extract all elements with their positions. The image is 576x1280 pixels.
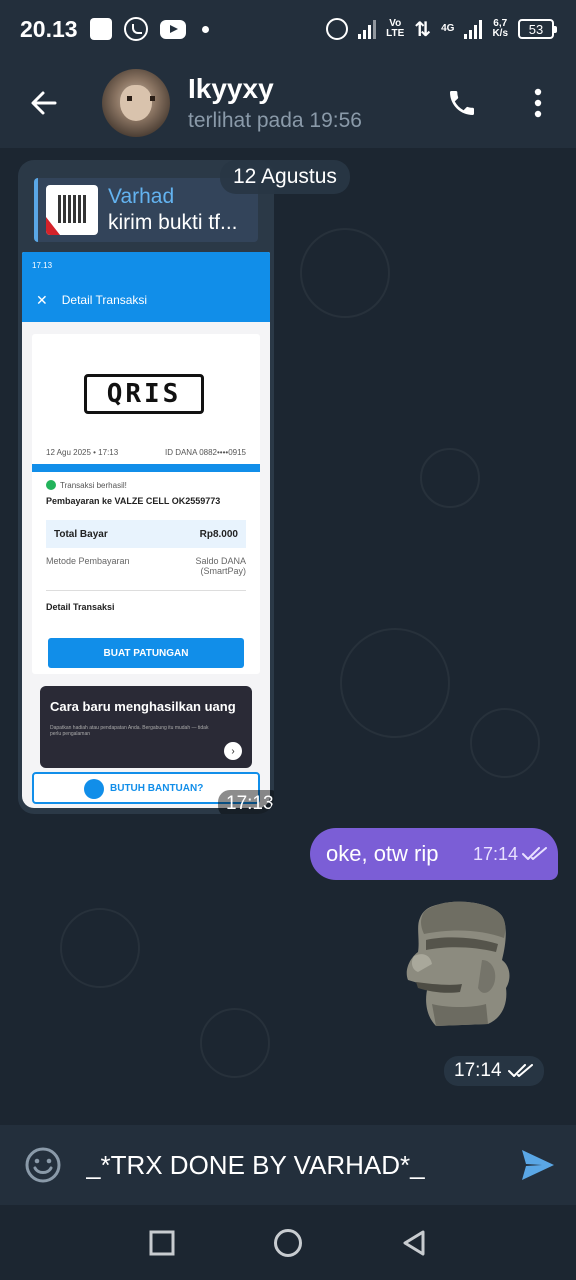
battery-icon: 53 <box>518 19 557 39</box>
background-doodle <box>60 908 140 988</box>
chat-area[interactable]: Varhad kirim bukti tf... 17.13 ✕ Detail T… <box>0 148 576 1125</box>
transaction-card: QRIS 12 Agu 2025 • 17:13 ID DANA 0882••••… <box>32 334 260 674</box>
method-label: Metode Pembayaran <box>46 556 130 566</box>
transaction-date: 12 Agu 2025 • 17:13 <box>46 448 119 457</box>
more-notifications-icon <box>201 25 209 33</box>
data-transfer-icon: ⇅ <box>414 18 432 41</box>
outgoing-message[interactable]: oke, otw rip 17:14 <box>310 828 558 880</box>
background-doodle <box>470 708 540 778</box>
pay-to: Pembayaran ke VALZE CELL OK2559773 <box>46 496 221 506</box>
message-time: 17:14 <box>472 843 518 864</box>
reply-text: kirim bukti tf... <box>108 211 238 234</box>
youtube-icon <box>159 19 186 39</box>
background-doodle <box>420 448 480 508</box>
status-bar: 20.13 Vo LTE ⇅ 4G 6,7 K/s 53 <box>0 0 576 58</box>
success-text: Transaksi berhasil! <box>60 480 127 490</box>
background-doodle <box>300 228 390 318</box>
system-nav-bar <box>0 1205 576 1280</box>
contact-info[interactable]: Ikyyxy terlihat pada 19:56 <box>188 73 362 133</box>
background-doodle <box>200 1008 270 1078</box>
back-nav-button[interactable] <box>401 1229 427 1257</box>
back-button[interactable] <box>0 58 88 148</box>
dana-logo-icon <box>84 779 104 799</box>
emoji-button[interactable] <box>0 1146 86 1184</box>
promo-card: Cara baru menghasilkan uang Dapatkan had… <box>40 686 252 768</box>
detail-label: Detail Transaksi <box>46 602 115 612</box>
contact-name: Ikyyxy <box>188 73 274 104</box>
battery-level: 53 <box>528 21 544 37</box>
signal-icon <box>358 19 377 39</box>
reply-thumbnail <box>46 185 98 235</box>
whatsapp-icon <box>123 17 148 41</box>
last-seen: terlihat pada 19:56 <box>188 109 362 132</box>
reply-sender: Varhad <box>108 185 175 208</box>
recents-button[interactable] <box>149 1230 175 1256</box>
alarm-icon <box>326 18 349 40</box>
help-label: BUTUH BANTUAN? <box>110 782 204 794</box>
message-input[interactable]: _*TRX DONE BY VARHAD*_ <box>86 1150 500 1181</box>
method-value: Saldo DANA (SmartPay) <box>195 556 246 576</box>
total-value: Rp8.000 <box>199 528 238 540</box>
image-message[interactable]: Varhad kirim bukti tf... 17.13 ✕ Detail T… <box>18 160 274 814</box>
chat-header: Ikyyxy terlihat pada 19:56 <box>0 58 576 148</box>
dana-id: ID DANA 0882••••0915 <box>164 448 246 457</box>
signal-2-icon <box>464 19 483 39</box>
smiley-icon <box>25 1147 61 1183</box>
message-input-bar: _*TRX DONE BY VARHAD*_ <box>0 1125 576 1205</box>
shot-status-time: 17.13 <box>32 260 53 270</box>
check-icon <box>46 480 56 490</box>
more-options-button[interactable] <box>500 58 576 148</box>
total-label: Total Bayar <box>54 528 108 540</box>
phone-icon <box>450 91 474 115</box>
date-chip: 12 Agustus <box>220 160 350 194</box>
patungan-button: BUAT PATUNGAN <box>48 638 244 668</box>
back-arrow-icon <box>31 91 57 115</box>
network-speed: 6,7 K/s <box>492 18 508 39</box>
close-icon: ✕ <box>36 291 48 308</box>
promo-title: Cara baru menghasilkan uang <box>50 699 236 714</box>
image-time: 17:13 <box>218 790 274 814</box>
home-button[interactable] <box>273 1228 303 1258</box>
double-check-icon <box>522 847 547 860</box>
app-notification-icon <box>89 18 112 40</box>
chevron-right-icon: › <box>224 742 242 760</box>
shot-title: Detail Transaksi <box>61 293 148 307</box>
volte-label: Vo LTE <box>386 18 405 39</box>
background-doodle <box>340 628 450 738</box>
transaction-screenshot[interactable]: 17.13 ✕ Detail Transaksi QRIS 12 Agu 2025… <box>22 252 270 808</box>
send-icon <box>522 1150 554 1180</box>
sticker-time-chip: 17:14 <box>444 1056 544 1086</box>
moai-sticker[interactable] <box>402 900 514 1028</box>
message-text: oke, otw rip <box>326 841 439 866</box>
send-button[interactable] <box>500 1148 576 1182</box>
clock: 20.13 <box>20 15 78 42</box>
kebab-menu-icon <box>534 88 542 118</box>
call-button[interactable] <box>424 58 500 148</box>
promo-desc: Dapatkan hadiah atau pendapatan Anda. Be… <box>50 725 209 737</box>
network-type: 4G <box>441 23 455 34</box>
sticker-time: 17:14 <box>454 1060 502 1081</box>
qris-logo: QRIS <box>84 374 204 414</box>
double-check-icon <box>507 1064 533 1077</box>
contact-avatar[interactable] <box>102 69 170 137</box>
